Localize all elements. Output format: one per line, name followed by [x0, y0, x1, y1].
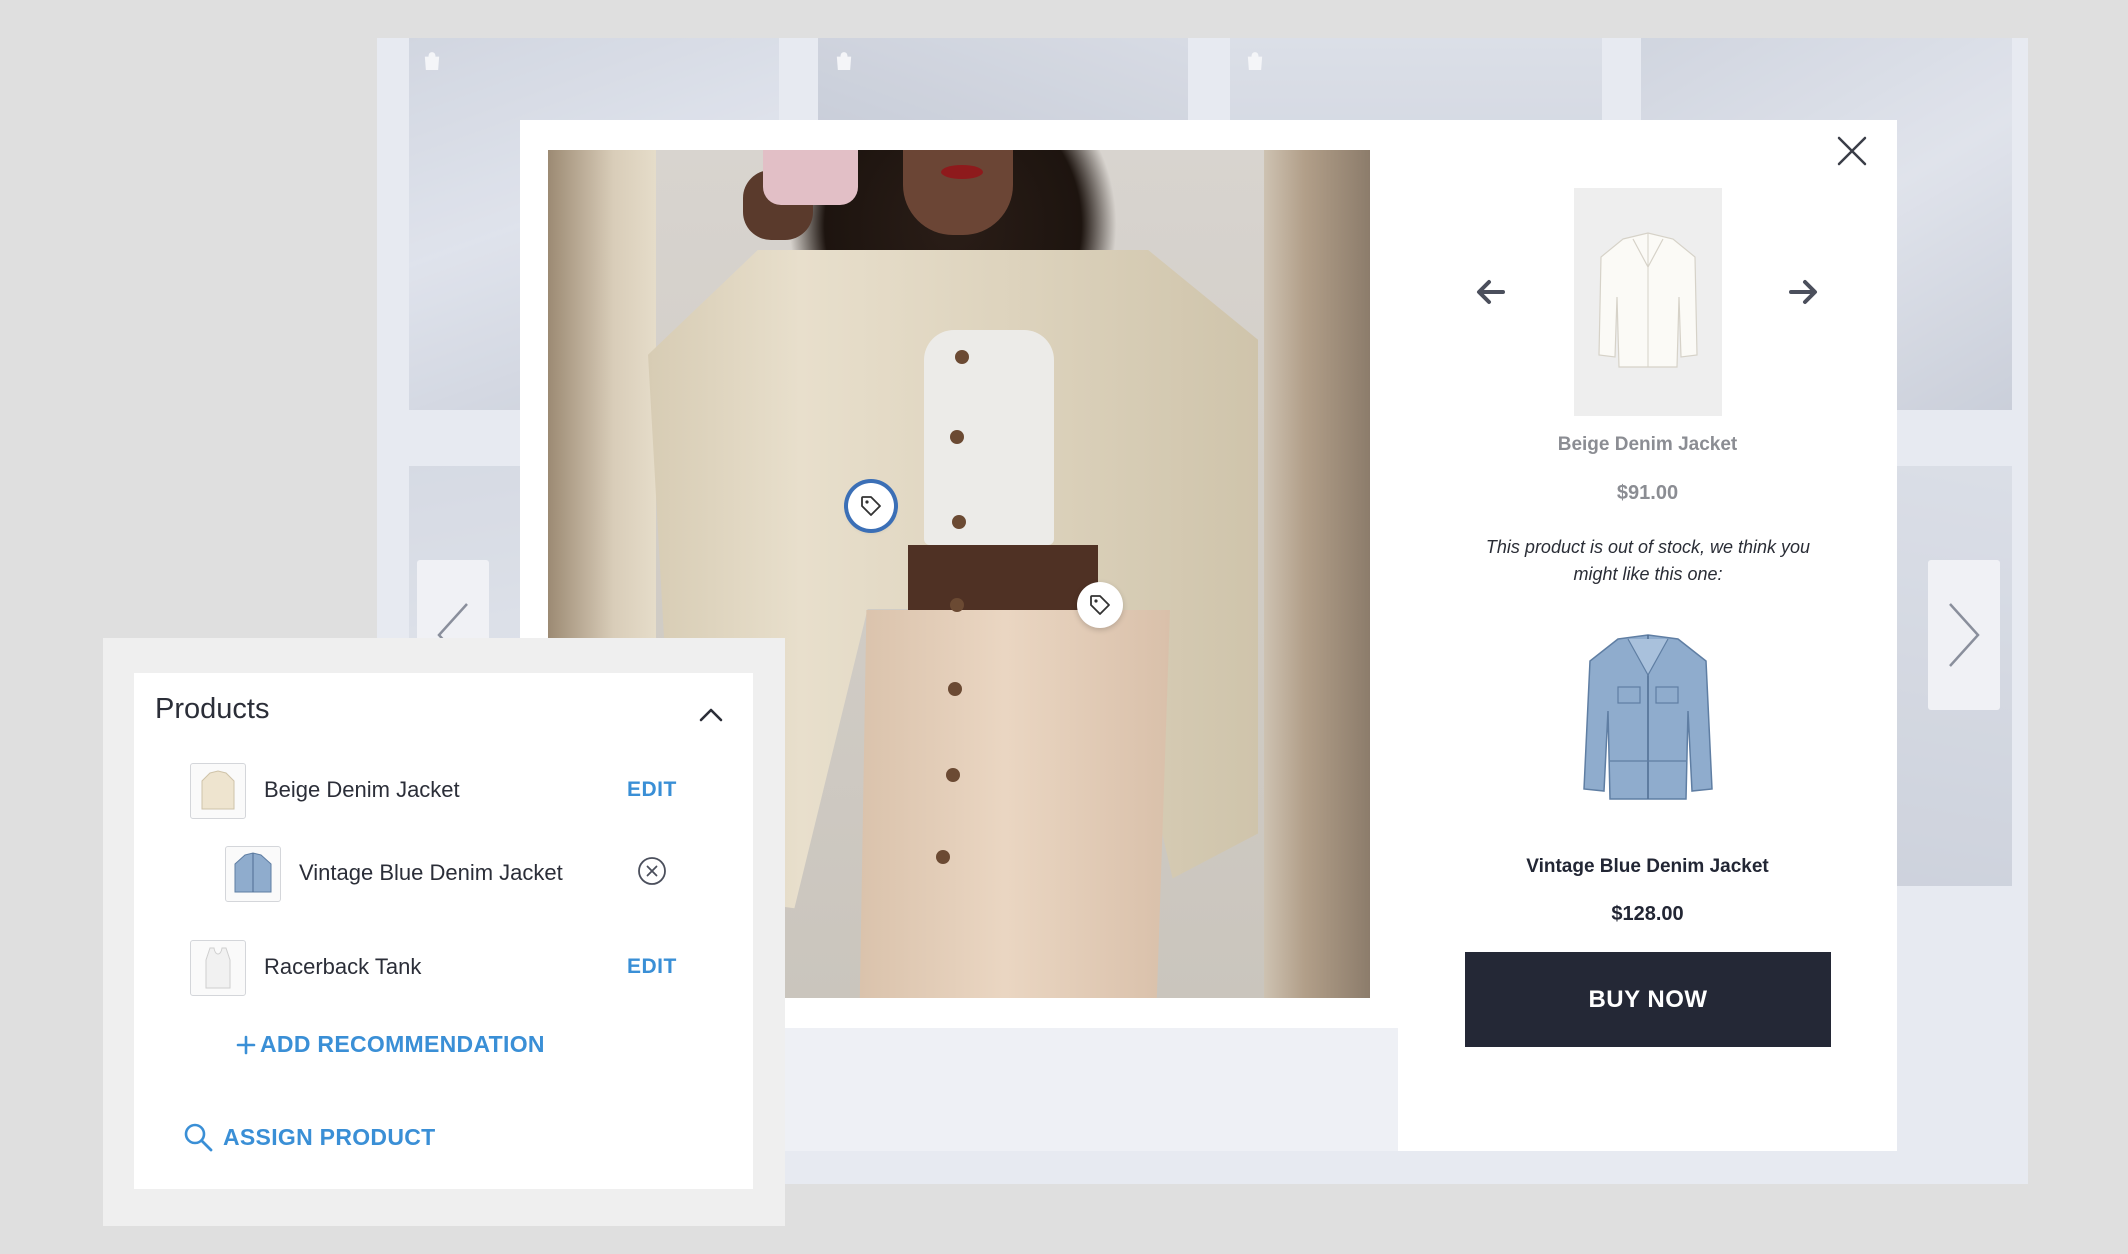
- product-next-button[interactable]: [1784, 272, 1824, 312]
- recommended-product-price: $128.00: [1611, 903, 1684, 925]
- blue-jacket-image: [1583, 633, 1713, 800]
- recommended-product-name: Vintage Blue Denim Jacket: [1526, 856, 1769, 877]
- recommended-product-image[interactable]: [1577, 628, 1719, 803]
- shopping-bag-icon: [1247, 52, 1263, 70]
- edit-product-link[interactable]: EDIT: [627, 955, 677, 979]
- product-thumbnail: [190, 763, 246, 819]
- blue-jacket-thumb: [234, 852, 272, 893]
- tag-icon: [861, 496, 881, 516]
- collapse-button[interactable]: [696, 703, 726, 727]
- close-button[interactable]: [1827, 126, 1877, 176]
- remove-circle-icon: [638, 857, 666, 885]
- chevron-right-icon: [1949, 603, 1980, 667]
- remove-recommendation-button[interactable]: [637, 856, 667, 886]
- product-prev-button[interactable]: [1470, 272, 1510, 312]
- shopping-bag-icon: [836, 52, 852, 70]
- beige-jacket-thumb: [201, 770, 235, 810]
- gallery-next-button[interactable]: [1928, 560, 2000, 710]
- add-recommendation-label: ADD RECOMMENDATION: [260, 1031, 545, 1057]
- buy-now-button[interactable]: BUY NOW: [1465, 952, 1831, 1047]
- assign-product-label: ASSIGN PRODUCT: [223, 1123, 436, 1150]
- search-icon: [184, 1123, 213, 1152]
- recommendation-row-label: Vintage Blue Denim Jacket: [299, 860, 563, 885]
- add-recommendation-button[interactable]: ADD RECOMMENDATION: [236, 1031, 545, 1058]
- panel-title: Products: [155, 693, 270, 725]
- product-hotspot-jacket[interactable]: [848, 483, 894, 529]
- assign-product-button[interactable]: ASSIGN PRODUCT: [183, 1122, 436, 1152]
- product-hotspot-tank[interactable]: [1077, 582, 1123, 628]
- product-name: Beige Denim Jacket: [1557, 434, 1738, 455]
- product-details-pane: Beige Denim Jacket $91.00 This product i…: [1398, 120, 1897, 1151]
- tag-icon: [1090, 595, 1110, 615]
- out-of-stock-message: This product is out of stock, we think y…: [1485, 537, 1811, 584]
- shopping-bag-icon: [424, 52, 440, 70]
- product-price: $91.00: [1616, 482, 1679, 504]
- chevron-up-icon: [699, 708, 723, 722]
- plus-icon: [236, 1035, 256, 1054]
- products-panel: Products Beige Denim Jacket EDIT Vintage…: [134, 673, 753, 1189]
- close-icon: [1837, 136, 1867, 166]
- arrow-right-icon: [1789, 280, 1817, 304]
- product-image: [1574, 188, 1722, 416]
- product-row-label: Beige Denim Jacket: [264, 777, 460, 802]
- tank-thumb: [205, 947, 231, 989]
- edit-product-link[interactable]: EDIT: [627, 778, 677, 802]
- beige-jacket-image: [1598, 232, 1698, 368]
- product-thumbnail: [190, 940, 246, 996]
- arrow-left-icon: [1477, 280, 1505, 304]
- recommendation-thumbnail: [225, 846, 281, 902]
- product-row-label: Racerback Tank: [264, 954, 422, 979]
